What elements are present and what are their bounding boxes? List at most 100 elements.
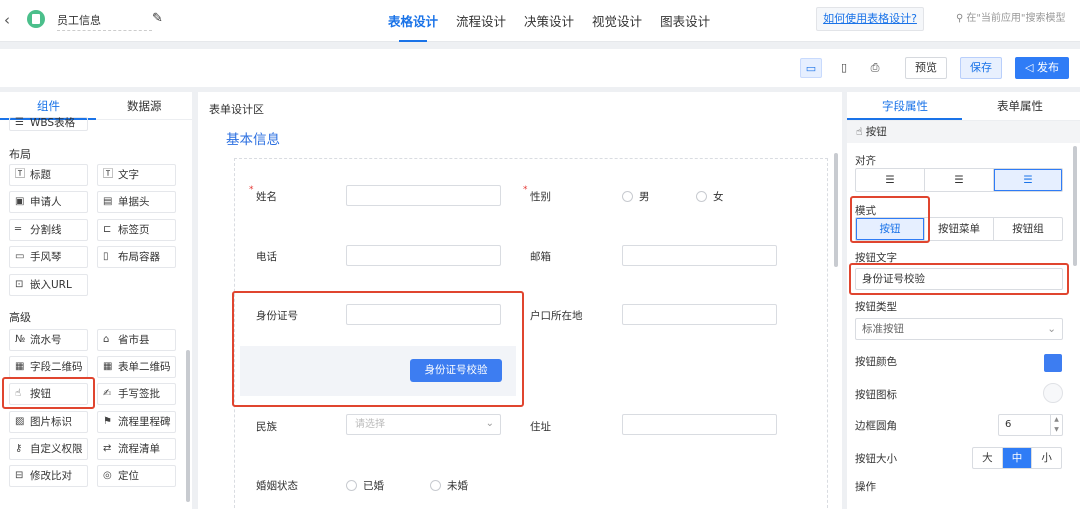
comp-accordion[interactable]: ▭ 手风琴 (9, 246, 88, 268)
mobile-icon[interactable]: ▯ (833, 58, 855, 78)
section-title: 基本信息 (226, 132, 280, 148)
color-label: 按钮颜色 (855, 356, 897, 368)
comp-image-mark[interactable]: ▨ 图片标识 (9, 411, 88, 433)
flow-list-icon: ⇄ (103, 443, 112, 454)
tab-visual-design[interactable]: 视觉设计 (592, 0, 642, 42)
id-verify-button[interactable]: 身份证号校验 (410, 359, 502, 382)
align-right-icon[interactable]: ☰ (994, 169, 1062, 191)
publish-button[interactable]: ◁ 发布 (1015, 57, 1069, 79)
icon-picker[interactable] (1043, 383, 1063, 403)
mode-button-group[interactable]: 按钮组 (994, 218, 1062, 240)
comp-text[interactable]: 🅃 文字 (97, 164, 176, 186)
left-scrollbar[interactable] (186, 350, 190, 502)
button-text-input[interactable]: 身份证号校验 (855, 268, 1063, 290)
mode-segment: 按钮 按钮菜单 按钮组 (855, 217, 1063, 241)
image-icon: ▨ (15, 416, 25, 427)
title-icon: 🅃 (15, 169, 25, 180)
size-medium[interactable]: 中 (1002, 448, 1033, 468)
radio-single[interactable]: 未婚 (430, 478, 468, 493)
left-tabs: 组件 数据源 (0, 92, 192, 120)
comp-embed-url[interactable]: ⊡ 嵌入URL (9, 274, 88, 296)
comp-location[interactable]: ◎ 定位 (97, 465, 176, 487)
tab-flow-design[interactable]: 流程设计 (456, 0, 506, 42)
comp-applicant[interactable]: ▣ 申请人 (9, 191, 88, 213)
doc-header-icon: ▤ (103, 196, 113, 207)
align-left-icon[interactable]: ☰ (856, 169, 925, 191)
radius-stepper[interactable]: 6 ▲ ▼ (998, 414, 1063, 436)
app-name[interactable]: 员工信息 (57, 12, 152, 31)
desktop-icon[interactable]: ▭ (800, 58, 822, 78)
comp-doc-header[interactable]: ▤ 单据头 (97, 191, 176, 213)
tab-decision-design[interactable]: 决策设计 (524, 0, 574, 42)
size-small[interactable]: 小 (1032, 448, 1061, 468)
flag-icon: ⚑ (103, 416, 112, 427)
align-label: 对齐 (855, 155, 876, 167)
comp-wbs[interactable]: ☰ WBS表格 (9, 117, 88, 131)
key-icon: ⚷ (15, 443, 23, 454)
comp-form-qrcode[interactable]: ▦ 表单二维码 (97, 356, 176, 378)
mode-button[interactable]: 按钮 (856, 218, 925, 240)
pencil-icon[interactable]: ✎ (152, 11, 163, 26)
input-hukou[interactable] (622, 304, 777, 325)
search-placeholder: 在"当前应用"搜索模型 (966, 13, 1066, 24)
tab-form-props[interactable]: 表单属性 (997, 98, 1043, 114)
radius-label: 边框圆角 (855, 420, 897, 432)
stepper-arrows-icon[interactable]: ▲ ▼ (1050, 415, 1062, 435)
button-row[interactable]: 身份证号校验 (240, 346, 516, 396)
comp-custom-permission[interactable]: ⚷ 自定义权限 (9, 438, 88, 460)
mode-label: 模式 (855, 205, 876, 217)
comp-field-qrcode[interactable]: ▦ 字段二维码 (9, 356, 88, 378)
comp-signature[interactable]: ✍ 手写签批 (97, 383, 176, 405)
tab-field-props[interactable]: 字段属性 (882, 98, 928, 114)
size-large[interactable]: 大 (973, 448, 1003, 468)
save-button[interactable]: 保存 (960, 57, 1002, 79)
mode-button-menu[interactable]: 按钮菜单 (925, 218, 994, 240)
radio-married[interactable]: 已婚 (346, 478, 384, 493)
publish-label: 发布 (1036, 61, 1059, 74)
align-center-icon[interactable]: ☰ (925, 169, 994, 191)
table-icon: ☰ (15, 117, 24, 128)
help-link[interactable]: 如何使用表格设计? (816, 7, 924, 31)
label-address: 住址 (530, 421, 551, 433)
component-panel: 组件 数据源 ☰ WBS表格 布局 🅃 标题 🅃 文字 ▣ 申请人 ▤ 单据头 ═ 分割线 … (0, 92, 192, 509)
radio-male[interactable]: 男 (622, 189, 650, 204)
search-input[interactable]: ⚲ 在"当前应用"搜索模型 (948, 8, 1076, 30)
comp-title[interactable]: 🅃 标题 (9, 164, 88, 186)
hand-pointer-icon: ☝ (856, 126, 866, 138)
comp-tabs[interactable]: ⊏ 标签页 (97, 219, 176, 241)
required-mark: * (249, 185, 254, 195)
canvas-scrollbar[interactable] (834, 153, 838, 267)
input-phone[interactable] (346, 245, 501, 266)
comp-flow-list[interactable]: ⇄ 流程清单 (97, 438, 176, 460)
location-icon: ◎ (103, 470, 112, 481)
toolbar: ▭ ▯ ⎙ 预览 保存 ◁ 发布 (0, 49, 1080, 87)
print-icon[interactable]: ⎙ (864, 58, 886, 78)
input-email[interactable] (622, 245, 777, 266)
comp-layout-container[interactable]: ▯ 布局容器 (97, 246, 176, 268)
comp-button[interactable]: ☝ 按钮 (9, 383, 88, 405)
tab-chart-design[interactable]: 图表设计 (660, 0, 710, 42)
comp-serial[interactable]: № 流水号 (9, 329, 88, 351)
document-icon (27, 10, 45, 28)
right-scrollbar[interactable] (1073, 146, 1077, 266)
input-address[interactable] (622, 414, 777, 435)
comp-diff[interactable]: ⊟ 修改比对 (9, 465, 88, 487)
divider-icon: ═ (15, 224, 22, 235)
tab-datasource[interactable]: 数据源 (127, 98, 162, 114)
tab-components[interactable]: 组件 (37, 98, 60, 114)
form-design-area: 表单设计区 基本信息 * 姓名 * 性别 男 女 电话 邮箱 身份证号 户口所在地 … (198, 92, 842, 509)
comp-divider[interactable]: ═ 分割线 (9, 219, 88, 241)
color-swatch[interactable] (1044, 354, 1062, 372)
action-label: 操作 (855, 481, 876, 493)
select-ethnicity[interactable]: 请选择 ⌄ (346, 414, 501, 435)
input-name[interactable] (346, 185, 501, 206)
radio-female[interactable]: 女 (696, 189, 724, 204)
tab-table-design[interactable]: 表格设计 (388, 0, 438, 42)
button-type-select[interactable]: 标准按钮 ⌄ (855, 318, 1063, 340)
comp-region[interactable]: ⌂ 省市县 (97, 329, 176, 351)
align-segment: ☰ ☰ ☰ (855, 168, 1063, 192)
chevron-left-icon[interactable]: ‹ (4, 11, 10, 29)
input-id-number[interactable] (346, 304, 501, 325)
comp-milestone[interactable]: ⚑ 流程里程碑 (97, 411, 176, 433)
preview-button[interactable]: 预览 (905, 57, 947, 79)
